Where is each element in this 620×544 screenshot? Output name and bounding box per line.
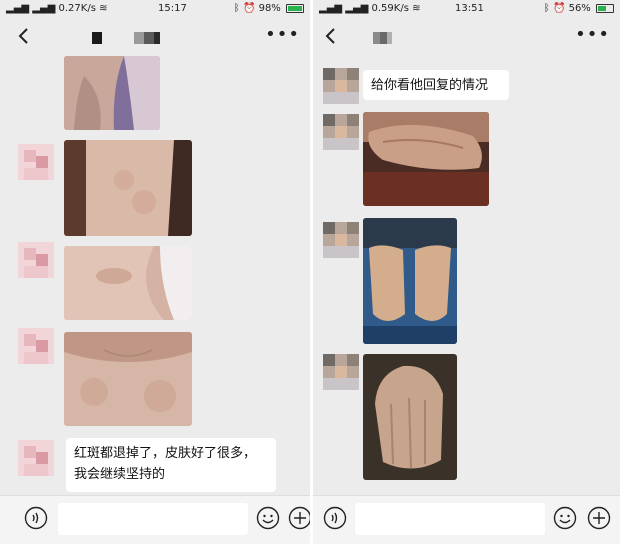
alarm-icon: ⏰ — [242, 3, 256, 14]
chat-photo[interactable] — [64, 246, 192, 320]
voice-icon[interactable] — [24, 506, 48, 530]
chat-photo[interactable] — [64, 332, 192, 426]
input-bar — [313, 495, 620, 544]
back-icon[interactable] — [321, 26, 341, 46]
network-speed: 0.27K/s — [58, 3, 96, 14]
message-bubble: 给你看他回复的情况 — [363, 70, 509, 100]
battery-percent: 98% — [258, 3, 281, 14]
wifi-icon: ≋ — [412, 3, 421, 14]
battery-fill — [288, 5, 302, 11]
avatar[interactable] — [323, 114, 359, 150]
battery-fill — [598, 5, 606, 11]
wifi-icon: ≋ — [99, 3, 108, 14]
battery-percent: 56% — [568, 3, 591, 14]
right-chat-screen: ▂▄▆ ▂▄▆ 0.59K/s ≋ 13:51 ᛒ ⏰ 56% ••• 给你看他 — [313, 0, 620, 544]
avatar[interactable] — [18, 242, 54, 278]
avatar[interactable] — [323, 354, 359, 390]
more-icon[interactable]: ••• — [265, 26, 300, 44]
battery-icon — [596, 3, 614, 13]
nav-bar: ••• — [0, 18, 310, 54]
chat-photo[interactable] — [363, 112, 489, 206]
status-right: ᛒ ⏰ 56% — [544, 3, 614, 14]
status-left: ▂▄▆ ▂▄▆ 0.59K/s ≋ — [319, 3, 421, 14]
more-icon[interactable]: ••• — [575, 26, 610, 44]
signal-icon: ▂▄▆ ▂▄▆ — [319, 3, 369, 14]
input-bar — [0, 495, 310, 544]
message-text: 给你看他回复的情况 — [371, 78, 489, 93]
message-input[interactable] — [355, 503, 545, 535]
status-left: ▂▄▆ ▂▄▆ 0.27K/s ≋ — [6, 3, 108, 14]
avatar[interactable] — [323, 222, 359, 258]
network-speed: 0.59K/s — [371, 3, 409, 14]
contact-name-redacted — [92, 32, 162, 44]
message-text-line: 我会继续坚持的 — [74, 467, 166, 482]
status-time: 13:51 — [455, 3, 484, 14]
avatar[interactable] — [18, 144, 54, 180]
chat-photo[interactable] — [363, 354, 457, 480]
message-text-line: 红斑都退掉了，皮肤好了很多， — [74, 446, 257, 461]
plus-icon[interactable] — [288, 506, 310, 530]
chat-photo[interactable] — [64, 140, 192, 236]
emoji-icon[interactable] — [553, 506, 577, 530]
status-time: 15:17 — [158, 3, 187, 14]
message-bubble: 红斑都退掉了，皮肤好了很多， 我会继续坚持的 — [66, 438, 276, 492]
avatar[interactable] — [323, 68, 359, 104]
alarm-icon: ⏰ — [552, 3, 566, 14]
bluetooth-icon: ᛒ — [543, 3, 550, 14]
status-bar: ▂▄▆ ▂▄▆ 0.27K/s ≋ 15:17 ᛒ ⏰ 98% — [0, 0, 310, 18]
status-right: ᛒ ⏰ 98% — [234, 3, 304, 14]
contact-name-redacted — [373, 32, 393, 44]
nav-bar: ••• — [313, 18, 620, 54]
bluetooth-icon: ᛒ — [233, 3, 240, 14]
voice-icon[interactable] — [323, 506, 347, 530]
left-chat-screen: ▂▄▆ ▂▄▆ 0.27K/s ≋ 15:17 ᛒ ⏰ 98% ••• 红斑都退… — [0, 0, 310, 544]
plus-icon[interactable] — [587, 506, 611, 530]
avatar[interactable] — [18, 440, 54, 476]
signal-icon: ▂▄▆ ▂▄▆ — [6, 3, 56, 14]
emoji-icon[interactable] — [256, 506, 280, 530]
avatar[interactable] — [18, 328, 54, 364]
status-bar: ▂▄▆ ▂▄▆ 0.59K/s ≋ 13:51 ᛒ ⏰ 56% — [313, 0, 620, 18]
message-input[interactable] — [58, 503, 248, 535]
chat-photo[interactable] — [64, 56, 160, 130]
back-icon[interactable] — [14, 26, 34, 46]
chat-photo[interactable] — [363, 218, 457, 344]
battery-icon — [286, 3, 304, 13]
